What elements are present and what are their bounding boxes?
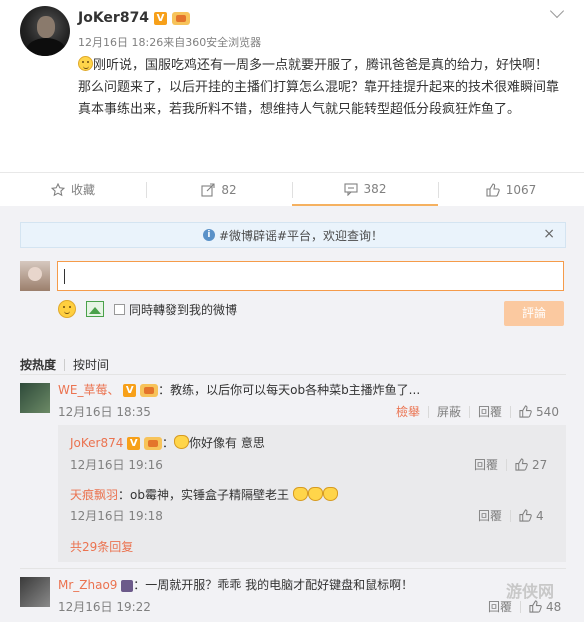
star-icon [50,182,65,196]
repost-button[interactable]: 82 [146,173,292,206]
more-replies-link[interactable]: 共29条回复 [70,538,133,555]
divider [20,568,566,569]
commenter-avatar[interactable] [20,577,50,607]
commenter-avatar[interactable] [20,383,50,413]
divider [20,374,566,375]
reply-author-name[interactable]: JoKer874 [70,436,123,450]
composer-tools: 同時轉發到我的微博 [58,300,237,318]
comment-time: 12月16日 18:35 [58,405,151,419]
rumor-notice[interactable]: i #微博辟谣#平台，欢迎查询！ × [20,222,566,248]
smile-emoji-icon [78,56,93,71]
like-count: 27 [532,457,548,472]
verified-icon: V [127,437,141,450]
sort-tabs: 按热度 按时间 [20,356,109,373]
post-meta: 12月16日 18:26来自360安全浏览器 [78,36,262,49]
submit-comment-button[interactable]: 評論 [504,301,564,326]
comment-actions: 檢舉 屏蔽 回覆 540 [396,403,559,420]
favorite-button[interactable]: 收藏 [0,173,146,206]
thumbs-up-icon[interactable] [519,405,532,418]
comment-time: 12月16日 19:22 [58,600,151,614]
like-count: 4 [536,508,544,523]
thumbs-up-icon[interactable] [519,509,532,522]
reply-author-name[interactable]: 天痕飘羽 [70,488,118,502]
comment-input[interactable] [57,261,564,291]
reply-link[interactable]: 回覆 [478,403,502,420]
like-count: 540 [536,404,559,419]
comment-item: Mr_Zhao9 ：一周就开服？乖乖 我的电脑才配好键盘和鼠标啊！ [58,578,414,592]
reply-item: JoKer874 V ：你好像有 意思 [70,435,265,450]
cat-emoji-icon [322,487,338,501]
watermark: 游侠网 [506,582,555,601]
thumbs-up-icon [486,182,500,197]
image-icon[interactable] [86,301,104,317]
emoji-icon[interactable] [58,300,76,318]
block-link[interactable]: 屏蔽 [437,403,461,420]
report-link[interactable]: 檢舉 [396,403,420,420]
member-icon [121,579,134,592]
sort-by-hot[interactable]: 按热度 [20,356,56,373]
repost-checkbox-label[interactable]: 同時轉發到我的微博 [129,301,237,318]
verified-icon: V [123,384,137,397]
thumbs-up-icon[interactable] [515,458,528,471]
cat-emoji-icon [307,487,323,501]
repost-checkbox[interactable] [114,303,125,315]
reply-link[interactable]: 回覆 [478,507,502,524]
comment-item: WE_草莓、 V ：教练，以后你可以每天ob各种菜b主播炸鱼了... [58,383,421,397]
cat-emoji-icon [174,435,190,449]
vip-icon [140,384,159,397]
verified-icon: V [153,11,167,25]
author-avatar[interactable] [20,6,70,56]
repost-icon [201,182,215,197]
reply-item: 天痕飘羽：ob霉神，实锤盒子精隔壁老王 [70,486,338,503]
info-icon: i [202,229,215,241]
author-name[interactable]: JoKer874 V [78,10,190,26]
reply-link[interactable]: 回覆 [474,456,498,473]
cat-emoji-icon [292,487,308,501]
post-action-bar: 收藏 82 382 1067 [0,172,584,206]
reply-actions: 回覆 4 [478,507,544,524]
vip-icon [171,11,190,25]
reply-actions: 回覆 27 [474,456,547,473]
comment-button[interactable]: 382 [292,173,438,206]
commenter-name[interactable]: Mr_Zhao9 [58,578,117,592]
commenter-name[interactable]: WE_草莓、 [58,383,119,397]
weibo-post: JoKer874 V 12月16日 18:26来自360安全浏览器 刚听说，国服… [0,0,584,172]
like-button[interactable]: 1067 [438,173,584,206]
reply-time: 12月16日 19:18 [70,509,163,523]
vip-icon [144,437,163,450]
chevron-down-icon[interactable] [549,3,565,19]
reply-time: 12月16日 19:16 [70,458,163,472]
close-icon[interactable]: × [543,226,555,242]
current-user-avatar [20,261,50,291]
post-body: 刚听说，国服吃鸡还有一周多一点就要开服了，腾讯爸爸是真的给力，好快啊！ 那么问题… [78,56,560,117]
sort-by-time[interactable]: 按时间 [73,356,109,373]
comment-icon [343,182,358,196]
